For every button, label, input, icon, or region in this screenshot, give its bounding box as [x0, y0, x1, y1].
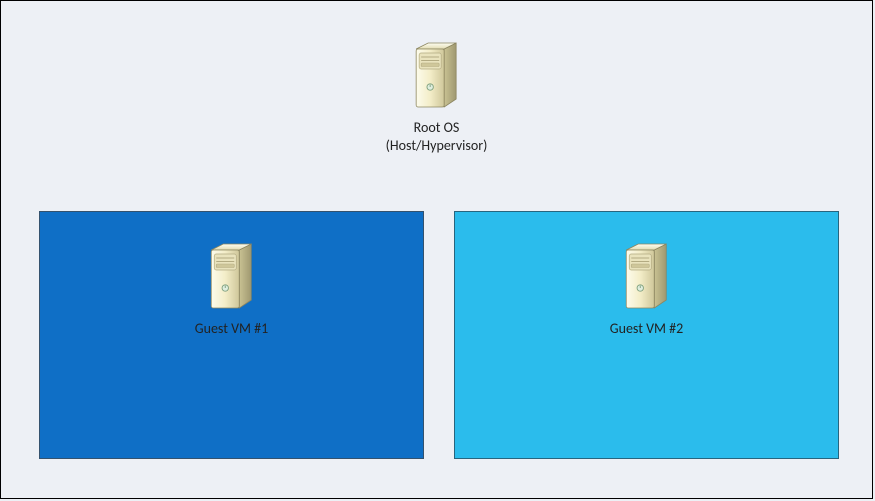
guest-vm-1-label: Guest VM #1	[195, 320, 268, 337]
root-os-label-line2: (Host/Hypervisor)	[386, 137, 488, 155]
guest-vm-2-node: Guest VM #2	[610, 242, 683, 337]
root-os-node: Root OS (Host/Hypervisor)	[386, 41, 488, 154]
guest-vm-2-label: Guest VM #2	[610, 320, 683, 337]
guest-vm-1-node: Guest VM #1	[195, 242, 268, 337]
server-tower-icon	[209, 242, 253, 314]
root-os-label-line1: Root OS	[386, 119, 488, 137]
root-os-label: Root OS (Host/Hypervisor)	[386, 119, 488, 154]
server-tower-icon	[415, 41, 459, 113]
diagram-canvas: Root OS (Host/Hypervisor) Guest VM #1	[0, 0, 873, 499]
server-tower-icon	[624, 242, 668, 314]
guest-vm-1-box: Guest VM #1	[39, 211, 424, 459]
guest-vm-2-box: Guest VM #2	[454, 211, 839, 459]
